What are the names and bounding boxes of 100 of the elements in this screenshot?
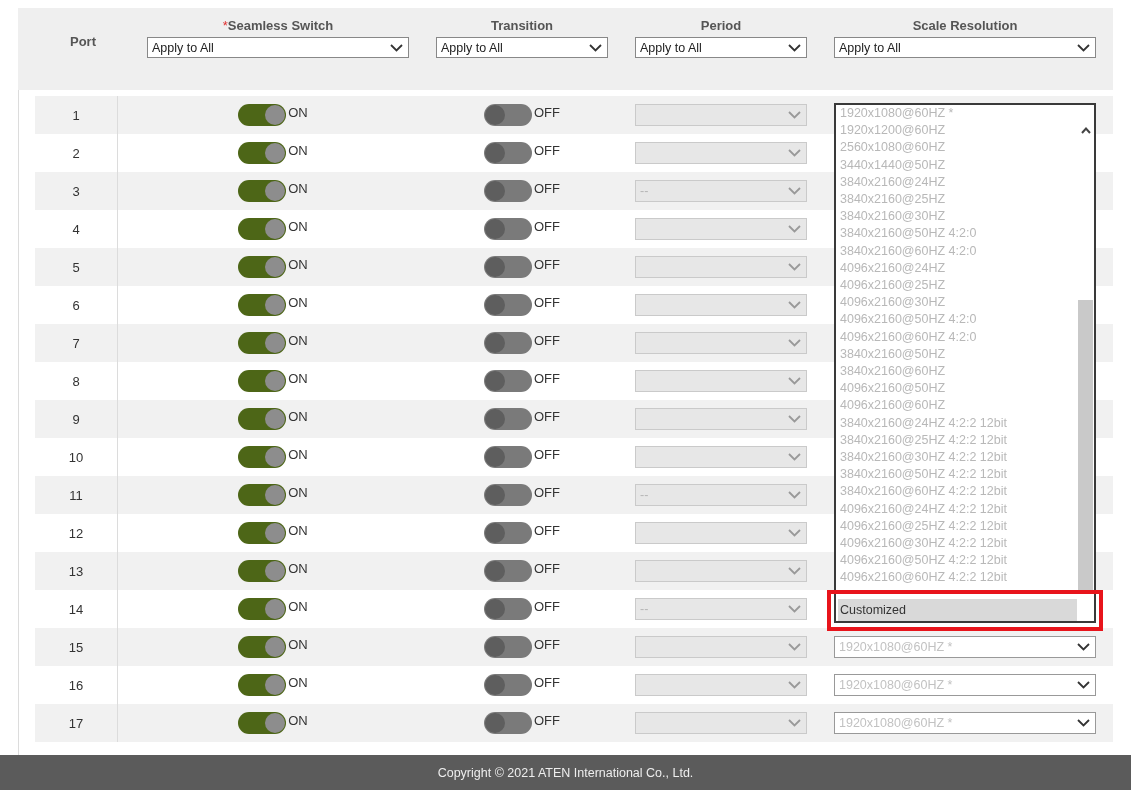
- toggle-label: ON: [288, 712, 308, 728]
- chevron-down-icon: [1077, 643, 1090, 651]
- toggle-label: OFF: [534, 636, 560, 652]
- toggle-switch[interactable]: [484, 560, 532, 582]
- toggle-label: OFF: [534, 712, 560, 728]
- toggle-switch[interactable]: [238, 218, 287, 240]
- toggle-switch[interactable]: [238, 598, 287, 620]
- toggle-switch[interactable]: [238, 142, 287, 164]
- toggle-switch[interactable]: [238, 712, 287, 734]
- toggle-switch[interactable]: [238, 484, 287, 506]
- dropdown-option[interactable]: 3840x2160@50HZ 4:2:2 12bit: [838, 466, 1077, 484]
- toggle-switch[interactable]: [238, 332, 287, 354]
- toggle-label: ON: [288, 256, 308, 272]
- toggle-label: ON: [288, 598, 308, 614]
- dropdown[interactable]: Apply to All: [834, 37, 1096, 58]
- toggle-switch[interactable]: [238, 104, 287, 126]
- dropdown-option[interactable]: 4096x2160@50HZ: [838, 380, 1077, 398]
- toggle-switch[interactable]: [238, 522, 287, 544]
- port-number: 13: [68, 563, 84, 579]
- dropdown[interactable]: 1920x1080@60HZ *: [834, 674, 1096, 696]
- port-number: 7: [72, 335, 80, 351]
- dropdown-option[interactable]: Customized: [838, 598, 1077, 621]
- chevron-down-icon: [788, 605, 801, 613]
- toggle-label: ON: [288, 408, 308, 424]
- toggle-label: OFF: [534, 218, 560, 234]
- toggle-switch[interactable]: [484, 484, 532, 506]
- toggle-switch[interactable]: [484, 674, 532, 696]
- dropdown-option[interactable]: 4096x2160@30HZ 4:2:2 12bit: [838, 535, 1077, 553]
- toggle-switch[interactable]: [238, 294, 287, 316]
- port-number: 16: [68, 677, 84, 693]
- toggle-switch[interactable]: [238, 636, 287, 658]
- dropdown-option[interactable]: 4096x2160@60HZ: [838, 397, 1077, 415]
- toggle-switch[interactable]: [484, 408, 532, 430]
- dropdown[interactable]: Apply to All: [635, 37, 807, 58]
- dropdown-option[interactable]: 4096x2160@24HZ: [838, 259, 1077, 278]
- dropdown-option[interactable]: 3840x2160@30HZ 4:2:2 12bit: [838, 449, 1077, 467]
- toggle-label: OFF: [534, 446, 560, 462]
- port-number: 10: [68, 449, 84, 465]
- dropdown-option[interactable]: 4096x2160@25HZ 4:2:2 12bit: [838, 517, 1077, 536]
- toggle-label: OFF: [534, 294, 560, 310]
- dropdown[interactable]: Apply to All: [147, 37, 409, 58]
- toggle-switch[interactable]: [484, 104, 532, 126]
- toggle-switch[interactable]: [484, 712, 532, 734]
- toggle-switch[interactable]: [484, 294, 532, 316]
- dropdown-option[interactable]: 3840x2160@25HZ 4:2:2 12bit: [838, 431, 1077, 450]
- dropdown-option[interactable]: 3840x2160@24HZ 4:2:2 12bit: [838, 414, 1077, 432]
- dropdown-option[interactable]: 4096x2160@25HZ: [838, 277, 1077, 295]
- scrollbar-thumb[interactable]: [1078, 300, 1093, 590]
- dropdown-option[interactable]: 4096x2160@24HZ 4:2:2 12bit: [838, 500, 1077, 518]
- toggle-switch[interactable]: [238, 180, 287, 202]
- toggle-switch[interactable]: [484, 256, 532, 278]
- toggle-switch[interactable]: [484, 522, 532, 544]
- dropdown[interactable]: 1920x1080@60HZ *: [834, 712, 1096, 734]
- dropdown-option[interactable]: 3840x2160@25HZ: [838, 191, 1077, 209]
- dropdown[interactable]: Apply to All: [436, 37, 608, 58]
- dropdown-option[interactable]: 3840x2160@50HZ: [838, 345, 1077, 364]
- toggle-switch[interactable]: [238, 674, 287, 696]
- dropdown-option[interactable]: 4096x2160@50HZ 4:2:2 12bit: [838, 552, 1077, 570]
- port-number: 11: [69, 487, 83, 503]
- dropdown-option[interactable]: 4096x2160@30HZ: [838, 294, 1077, 312]
- dropdown-option[interactable]: 4096x2160@60HZ 4:2:2 12bit: [838, 569, 1077, 587]
- toggle-switch[interactable]: [484, 598, 532, 620]
- dropdown[interactable]: 1920x1080@60HZ *: [834, 636, 1096, 658]
- chevron-down-icon: [788, 225, 801, 233]
- port-number: 3: [72, 183, 80, 199]
- dropdown-option[interactable]: 1920x1080@60HZ *: [838, 105, 1077, 123]
- toggle-switch[interactable]: [238, 560, 287, 582]
- toggle-switch[interactable]: [238, 256, 287, 278]
- toggle-switch[interactable]: [484, 180, 532, 202]
- toggle-switch[interactable]: [484, 636, 532, 658]
- chevron-up-icon[interactable]: [1080, 127, 1091, 134]
- dropdown-option[interactable]: 2560x1080@60HZ: [838, 139, 1077, 157]
- toggle-switch[interactable]: [484, 332, 532, 354]
- column-header: Period: [700, 18, 742, 33]
- dropdown-option[interactable]: 3840x2160@50HZ 4:2:0: [838, 225, 1077, 243]
- dropdown-option[interactable]: 3840x2160@60HZ: [838, 363, 1077, 381]
- toggle-switch[interactable]: [484, 218, 532, 240]
- port-number: 4: [72, 221, 80, 237]
- dropdown-option[interactable]: 3840x2160@60HZ 4:2:2 12bit: [838, 483, 1077, 501]
- column-header: *Seamless Switch: [222, 18, 334, 33]
- toggle-switch[interactable]: [238, 408, 287, 430]
- port-number: 15: [68, 639, 84, 655]
- toggle-switch[interactable]: [484, 142, 532, 164]
- toggle-label: OFF: [534, 484, 560, 500]
- dropdown-option[interactable]: 3840x2160@24HZ: [838, 173, 1077, 191]
- dropdown-option[interactable]: 4096x2160@60HZ 4:2:0: [838, 328, 1077, 346]
- dropdown-option[interactable]: 3840x2160@30HZ: [838, 208, 1077, 226]
- dropdown-option[interactable]: 3440x1440@50HZ: [838, 156, 1077, 174]
- dropdown-option[interactable]: 1920x1200@60HZ: [838, 122, 1077, 140]
- dropdown-option[interactable]: 4096x2160@50HZ 4:2:0: [838, 311, 1077, 329]
- toggle-switch[interactable]: [484, 446, 532, 468]
- chevron-down-icon: [1077, 681, 1090, 689]
- toggle-switch[interactable]: [238, 446, 287, 468]
- chevron-down-icon: [788, 263, 801, 271]
- toggle-switch[interactable]: [238, 370, 287, 392]
- toggle-switch[interactable]: [484, 370, 532, 392]
- toggle-label: ON: [288, 484, 308, 500]
- toggle-label: ON: [288, 332, 308, 348]
- dropdown-option[interactable]: 3840x2160@60HZ 4:2:0: [838, 242, 1077, 260]
- chevron-down-icon: [788, 681, 801, 689]
